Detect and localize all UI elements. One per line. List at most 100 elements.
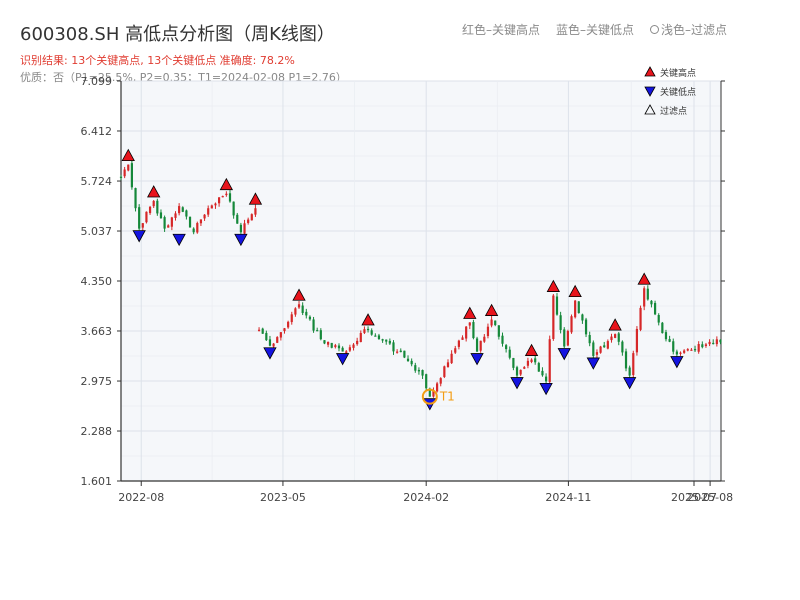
candle-body xyxy=(359,332,362,342)
candle-body xyxy=(548,339,551,382)
candle-body xyxy=(475,338,479,352)
candle-body xyxy=(196,223,199,233)
candle-body xyxy=(283,328,286,332)
candle-body xyxy=(479,340,482,351)
candle-body xyxy=(668,339,671,342)
candle-body xyxy=(653,302,657,315)
candle-body xyxy=(319,330,322,340)
candle-body xyxy=(599,346,602,353)
candle-body xyxy=(290,314,293,323)
candle-body xyxy=(490,319,493,326)
candle-body xyxy=(341,347,344,352)
candle-body xyxy=(167,225,170,228)
candle-body xyxy=(701,344,704,348)
candle-body xyxy=(152,200,155,207)
candle-body xyxy=(584,319,588,335)
candle-body xyxy=(305,311,308,316)
candle-body xyxy=(686,349,689,351)
x-tick-label: 2025-08 xyxy=(687,491,733,504)
candle-body xyxy=(301,305,304,314)
candle-body xyxy=(450,353,453,364)
candle-body xyxy=(203,214,206,219)
x-tick-label: 2024-02 xyxy=(403,491,449,504)
candle-body xyxy=(421,370,424,376)
candle-body xyxy=(457,340,460,347)
candle-body xyxy=(530,359,533,363)
candle-body xyxy=(672,341,675,352)
y-tick-label: 7.099 xyxy=(81,75,113,88)
y-tick-label: 2.288 xyxy=(81,425,113,438)
candle-body xyxy=(465,326,468,339)
candle-body xyxy=(228,193,232,202)
candle-body xyxy=(192,228,195,233)
candle-body xyxy=(588,335,591,344)
candle-body xyxy=(170,217,173,227)
candle-body xyxy=(396,351,399,353)
candle-body xyxy=(225,193,228,196)
candle-body xyxy=(272,343,275,347)
candle-body xyxy=(555,296,559,315)
candle-body xyxy=(523,367,526,369)
candle-body xyxy=(515,367,519,376)
candle-body xyxy=(657,315,660,323)
candle-body xyxy=(683,350,686,353)
candle-body xyxy=(199,219,203,224)
candle-body xyxy=(570,316,573,333)
candle-body xyxy=(559,315,562,330)
candle-body xyxy=(505,345,508,350)
candle-body xyxy=(417,369,421,372)
candle-body xyxy=(446,362,450,368)
candle-body xyxy=(534,358,537,363)
x-tick-label: 2022-08 xyxy=(118,491,164,504)
candle-body xyxy=(715,339,718,345)
y-tick-label: 1.601 xyxy=(81,475,113,488)
candle-body xyxy=(639,307,642,330)
candle-body xyxy=(508,349,511,358)
candle-body xyxy=(719,339,722,343)
candle-body xyxy=(337,345,341,349)
candle-body xyxy=(174,213,177,218)
candle-body xyxy=(621,341,624,353)
candle-body xyxy=(454,348,457,353)
candle-body xyxy=(693,349,697,351)
candle-body xyxy=(486,326,490,337)
candle-body xyxy=(614,334,617,338)
y-tick-label: 6.412 xyxy=(81,125,113,138)
candle-body xyxy=(148,206,152,214)
candle-body xyxy=(574,300,577,318)
candle-body xyxy=(501,335,504,344)
candle-body xyxy=(392,342,395,352)
candle-body xyxy=(708,341,711,345)
x-tick-label: 2023-05 xyxy=(260,491,306,504)
candle-body xyxy=(377,335,381,340)
candle-body xyxy=(312,319,315,331)
y-tick-label: 5.037 xyxy=(81,225,113,238)
candle-body xyxy=(159,212,163,219)
t1-label: T1 xyxy=(439,390,455,404)
candle-body xyxy=(257,329,261,331)
legend-label: 关键高点 xyxy=(660,67,696,79)
candle-body xyxy=(119,176,123,178)
candle-body xyxy=(632,353,635,375)
candle-body xyxy=(276,337,279,343)
candle-body xyxy=(403,350,406,358)
candle-body xyxy=(461,337,464,340)
candle-body xyxy=(635,328,639,353)
candle-body xyxy=(287,321,290,328)
candle-body xyxy=(217,197,221,204)
candle-body xyxy=(425,374,428,389)
candle-body xyxy=(210,205,213,209)
candle-body xyxy=(138,207,141,229)
candle-body xyxy=(381,339,384,341)
candle-body xyxy=(297,304,301,308)
y-tick-label: 4.350 xyxy=(81,275,113,288)
candle-body xyxy=(435,383,439,392)
candle-body xyxy=(388,340,391,344)
candle-body xyxy=(145,211,148,223)
candle-body xyxy=(348,347,351,351)
candle-body xyxy=(243,223,246,234)
candle-body xyxy=(712,342,715,345)
candle-body xyxy=(439,378,442,384)
candle-body xyxy=(345,351,348,353)
candle-body xyxy=(643,288,646,307)
